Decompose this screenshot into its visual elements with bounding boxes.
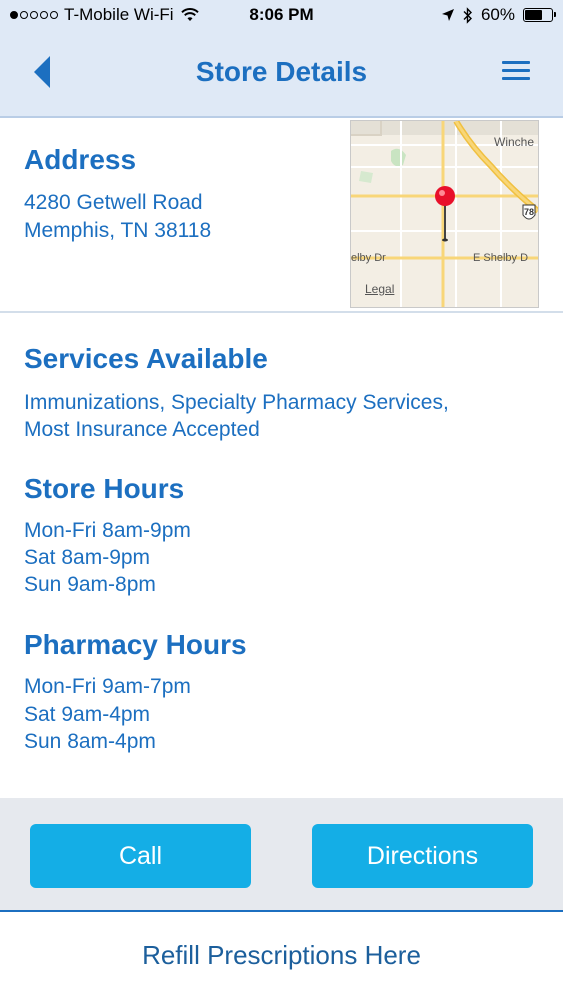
status-bar: T-Mobile Wi-Fi 8:06 PM 60% [0, 0, 563, 30]
services-line-1: Immunizations, Specialty Pharmacy Servic… [24, 391, 449, 414]
map-highway-shield: 78 [524, 207, 535, 217]
map-label-top: Winche [494, 135, 535, 149]
address-section: Address 4280 Getwell Road Memphis, TN 38… [0, 118, 563, 313]
status-right: 60% [441, 5, 556, 25]
action-buttons: Call Directions [0, 798, 563, 912]
address-heading: Address [24, 144, 137, 175]
map-legal-link[interactable]: Legal [365, 282, 394, 296]
location-arrow-icon [441, 9, 454, 21]
address-line-1: 4280 Getwell Road [24, 191, 203, 214]
footer: Refill Prescriptions Here [0, 912, 563, 1000]
store-details-screen: T-Mobile Wi-Fi 8:06 PM 60% Store Details… [0, 0, 563, 1000]
store-hours-line: Mon-Fri 8am-9pm [24, 519, 191, 542]
top-bar: T-Mobile Wi-Fi 8:06 PM 60% Store Details [0, 0, 563, 118]
store-hours-heading: Store Hours [24, 473, 185, 504]
menu-button[interactable] [501, 58, 531, 84]
details-section: Services Available Immunizations, Specia… [0, 313, 563, 798]
map-label-right: E Shelby D [473, 252, 529, 264]
bluetooth-icon [463, 6, 472, 24]
nav-bar: Store Details [0, 30, 563, 116]
page-title: Store Details [195, 56, 368, 87]
store-hours-line: Sat 8am-9pm [24, 546, 151, 569]
services-line-2: Most Insurance Accepted [24, 418, 260, 441]
battery-percent: 60% [480, 5, 515, 24]
directions-button[interactable]: Directions [312, 824, 533, 888]
pharmacy-hours-line: Sat 9am-4pm [24, 703, 151, 726]
address-line-2: Memphis, TN 38118 [24, 219, 212, 242]
battery-icon [523, 8, 556, 22]
store-hours-line: Sun 9am-8pm [24, 573, 156, 596]
hamburger-menu-icon [502, 61, 530, 80]
refill-prescriptions-link[interactable]: Refill Prescriptions Here [0, 940, 563, 971]
pharmacy-hours-heading: Pharmacy Hours [24, 629, 247, 660]
store-map[interactable]: Winche elby Dr E Shelby D 78 Legal [350, 120, 539, 308]
call-button[interactable]: Call [30, 824, 251, 888]
map-label-left: elby Dr [351, 252, 386, 264]
services-heading: Services Available [24, 343, 268, 374]
pharmacy-hours-line: Sun 8am-4pm [24, 730, 156, 753]
map-pin-icon [435, 186, 455, 242]
battery-fill [525, 10, 542, 20]
pharmacy-hours-line: Mon-Fri 9am-7pm [24, 675, 191, 698]
